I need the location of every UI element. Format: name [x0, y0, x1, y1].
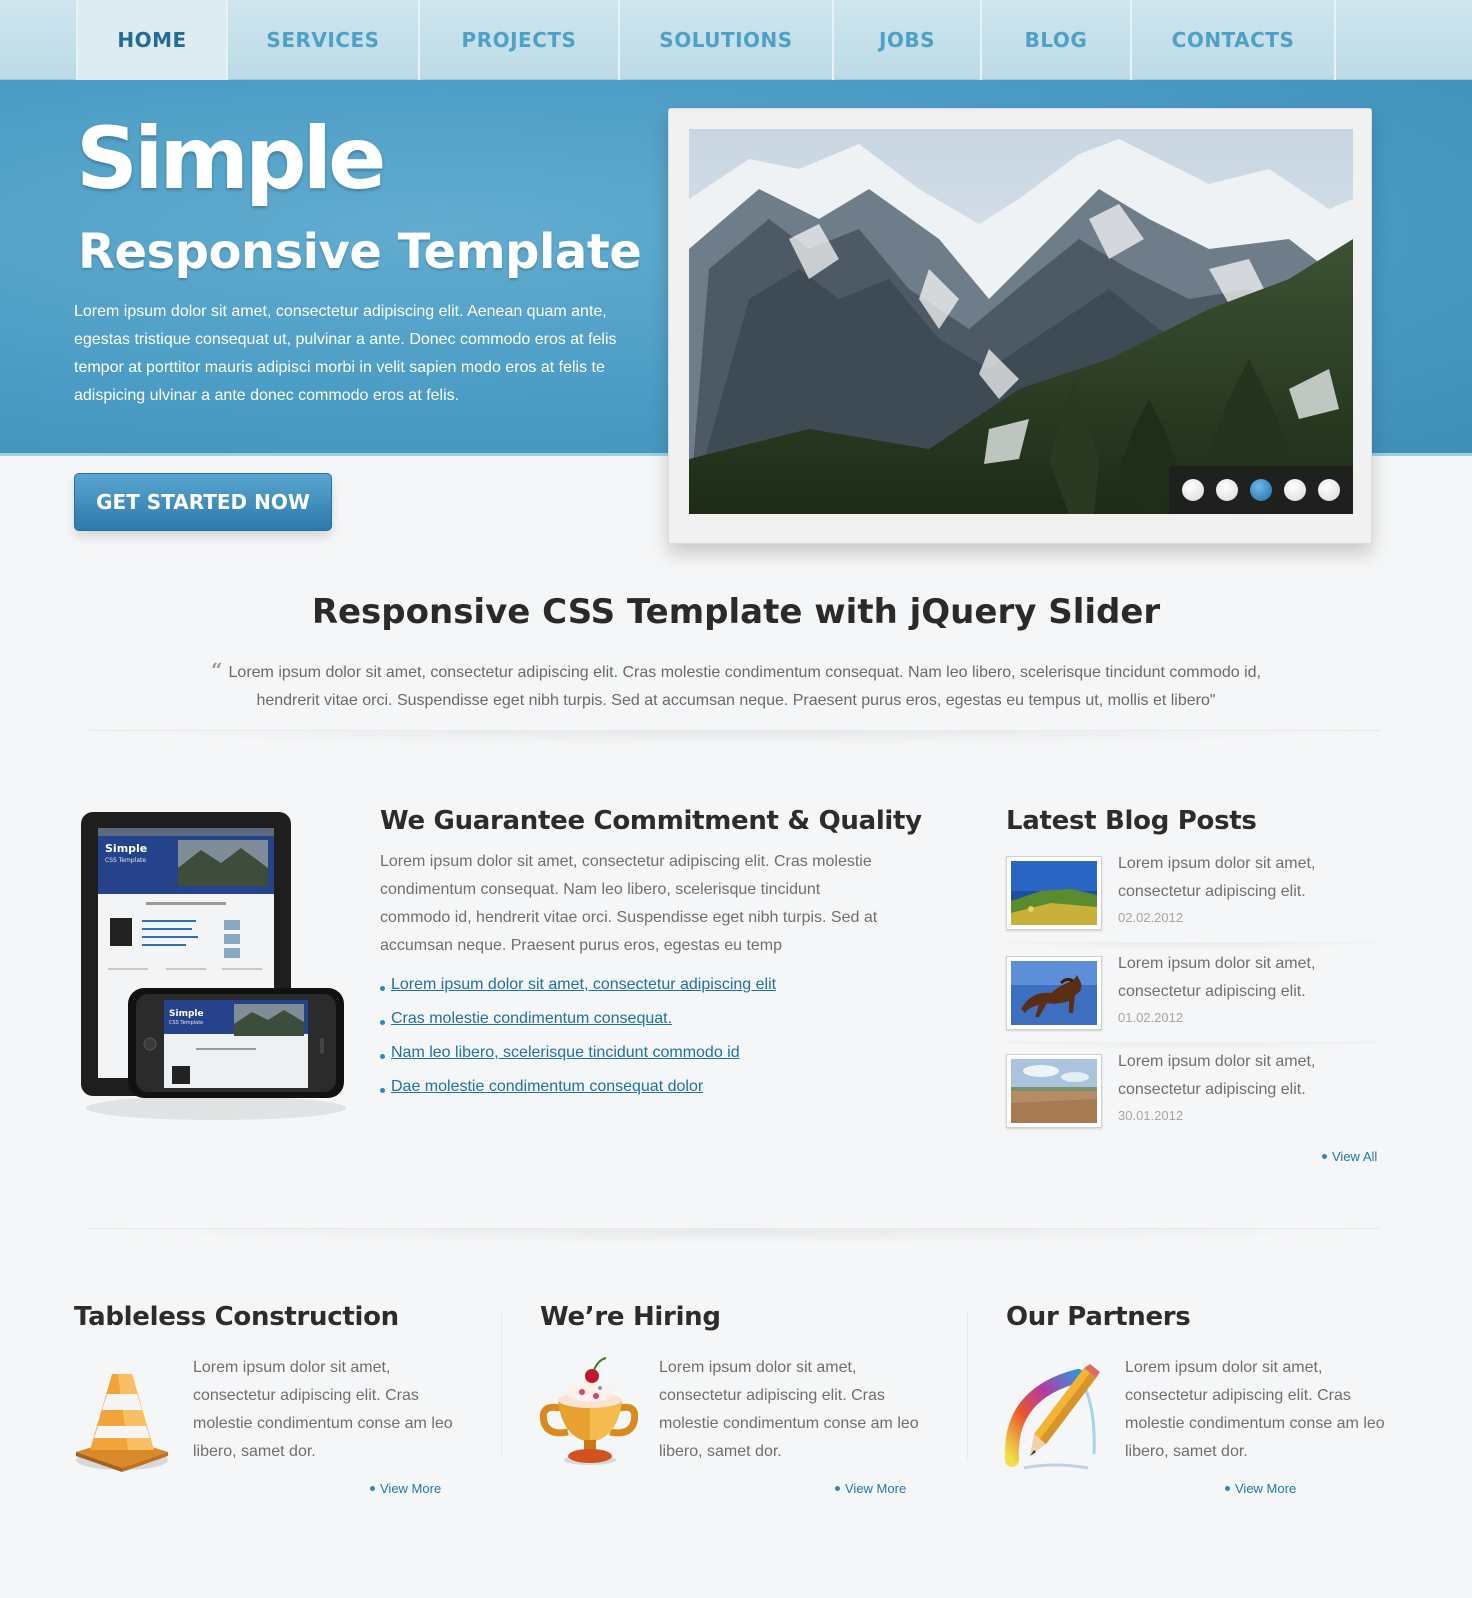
landscape-thumbnail[interactable]	[1006, 856, 1102, 930]
guarantee-link-2[interactable]: Cras molestie condimentum consequat.	[391, 1008, 672, 1030]
view-more-label: View More	[380, 1481, 442, 1496]
nav-item-services[interactable]: SERVICES	[228, 0, 420, 80]
hiring-text: Lorem ipsum dolor sit amet, consectetur …	[659, 1359, 919, 1460]
bullet-icon	[380, 1020, 385, 1025]
section-divider	[90, 730, 1380, 746]
view-all-link[interactable]: View All	[1322, 1149, 1377, 1164]
slider-dot-1[interactable]	[1182, 479, 1204, 501]
partners-text: Lorem ipsum dolor sit amet, consectetur …	[1125, 1359, 1385, 1460]
blog-post-text: Lorem ipsum dolor sit amet, consectetur …	[1118, 955, 1316, 1000]
bullet-icon	[370, 1486, 375, 1491]
horse-thumbnail[interactable]	[1006, 956, 1102, 1030]
partners-view-more-link[interactable]: View More	[1225, 1481, 1296, 1496]
blog-heading: Latest Blog Posts	[1006, 806, 1257, 836]
pencil-icon	[1004, 1364, 1104, 1474]
tablet-subtitle: CSS Template	[105, 857, 146, 864]
nav-item-home[interactable]: HOME	[76, 0, 228, 80]
partners-heading: Our Partners	[1006, 1302, 1191, 1332]
intro-quote: “Lorem ipsum dolor sit amet, consectetur…	[196, 656, 1276, 715]
blog-post[interactable]: Lorem ipsum dolor sit amet, consectetur …	[1006, 955, 1376, 1052]
blog-separator	[1006, 942, 1376, 950]
nav-list: HOME SERVICES PROJECTS SOLUTIONS JOBS BL…	[76, 0, 1336, 80]
slider-dot-2[interactable]	[1216, 479, 1238, 501]
image-slider	[668, 108, 1372, 544]
guarantee-link-4[interactable]: Dae molestie condimentum consequat dolor	[391, 1076, 703, 1098]
blog-post[interactable]: Lorem ipsum dolor sit amet, consectetur …	[1006, 855, 1376, 952]
tableless-text: Lorem ipsum dolor sit amet, consectetur …	[193, 1359, 453, 1460]
hero-subtitle: Responsive Template	[78, 224, 642, 280]
blog-post-date: 01.02.2012	[1118, 1010, 1184, 1025]
view-all-label: View All	[1332, 1149, 1378, 1164]
bullet-icon	[380, 986, 385, 991]
blog-post-date: 02.02.2012	[1118, 910, 1184, 925]
nav-item-solutions[interactable]: SOLUTIONS	[620, 0, 834, 80]
tablet-title: Simple	[105, 842, 147, 855]
slider-pagination	[1169, 466, 1353, 514]
list-item: Dae molestie condimentum consequat dolor	[380, 1076, 776, 1110]
tableless-heading: Tableless Construction	[74, 1302, 399, 1332]
slider-dot-3[interactable]	[1250, 479, 1272, 501]
list-item: Cras molestie condimentum consequat.	[380, 1008, 776, 1042]
bullet-icon	[1225, 1486, 1230, 1491]
nav-item-projects[interactable]: PROJECTS	[420, 0, 620, 80]
tableless-view-more-link[interactable]: View More	[370, 1481, 441, 1496]
nav-item-blog[interactable]: BLOG	[982, 0, 1132, 80]
blog-post-date: 30.01.2012	[1118, 1108, 1184, 1123]
guarantee-link-1[interactable]: Lorem ipsum dolor sit amet, consectetur …	[391, 974, 776, 996]
guarantee-link-3[interactable]: Nam leo libero, scelerisque tincidunt co…	[391, 1042, 740, 1064]
guarantee-links: Lorem ipsum dolor sit amet, consectetur …	[380, 974, 776, 1110]
intro-quote-text: Lorem ipsum dolor sit amet, consectetur …	[228, 664, 1261, 709]
devices-illustration: Simple CSS Template Simple CSS Template	[76, 808, 356, 1138]
section-divider	[90, 1228, 1380, 1244]
blog-post-text: Lorem ipsum dolor sit amet, consectetur …	[1118, 1053, 1316, 1098]
hero-title: Simple	[76, 109, 386, 209]
bullet-icon	[380, 1088, 385, 1093]
hiring-view-more-link[interactable]: View More	[835, 1481, 906, 1496]
guarantee-heading: We Guarantee Commitment & Quality	[380, 806, 922, 836]
hiring-heading: We’re Hiring	[540, 1302, 721, 1332]
traffic-cone-icon	[72, 1366, 172, 1476]
phone-title: Simple	[169, 1009, 204, 1019]
bullet-icon	[835, 1486, 840, 1491]
column-separator	[501, 1312, 502, 1458]
nav-item-jobs[interactable]: JOBS	[834, 0, 982, 80]
get-started-button[interactable]: GET STARTED NOW	[74, 473, 332, 531]
blog-post-text: Lorem ipsum dolor sit amet, consectetur …	[1118, 855, 1316, 900]
quote-mark-icon: “	[211, 658, 223, 682]
field-thumbnail[interactable]	[1006, 1054, 1102, 1128]
guarantee-text: Lorem ipsum dolor sit amet, consectetur …	[380, 853, 878, 954]
bullet-icon	[380, 1054, 385, 1059]
list-item: Nam leo libero, scelerisque tincidunt co…	[380, 1042, 776, 1076]
hero-description: Lorem ipsum dolor sit amet, consectetur …	[74, 303, 617, 404]
bullet-icon	[1322, 1154, 1327, 1159]
slider-dot-4[interactable]	[1284, 479, 1306, 501]
slider-dot-5[interactable]	[1318, 479, 1340, 501]
trophy-icon	[538, 1356, 639, 1466]
list-item: Lorem ipsum dolor sit amet, consectetur …	[380, 974, 776, 1008]
view-more-label: View More	[845, 1481, 907, 1496]
main-navigation: HOME SERVICES PROJECTS SOLUTIONS JOBS BL…	[0, 0, 1472, 80]
view-more-label: View More	[1235, 1481, 1297, 1496]
column-separator	[967, 1312, 968, 1458]
intro-heading: Responsive CSS Template with jQuery Slid…	[311, 592, 1161, 632]
slide-image-mountains	[689, 129, 1353, 514]
nav-item-contacts[interactable]: CONTACTS	[1132, 0, 1336, 80]
blog-post[interactable]: Lorem ipsum dolor sit amet, consectetur …	[1006, 1053, 1376, 1150]
phone-subtitle: CSS Template	[169, 1020, 203, 1026]
